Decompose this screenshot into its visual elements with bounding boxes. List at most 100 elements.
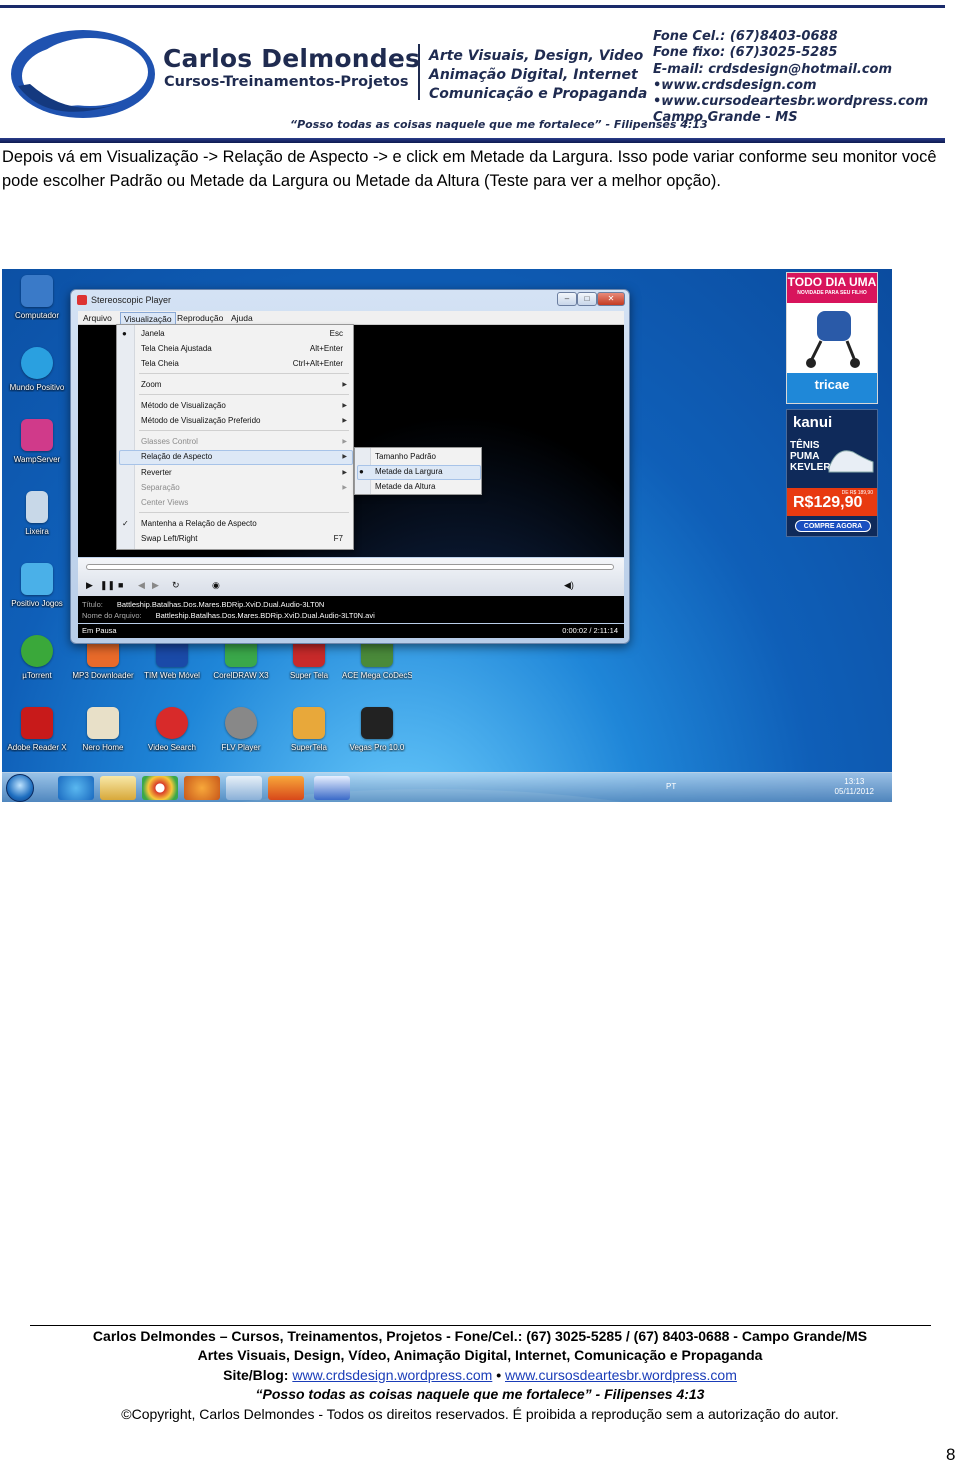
volume-icon[interactable]: ◀) — [564, 580, 574, 591]
contact-line: Fone Cel.: (67)8403-0688 — [653, 29, 838, 44]
ad-buy-button[interactable]: COMPRE AGORA — [795, 520, 871, 532]
previous-icon[interactable]: ◀ — [138, 580, 145, 591]
menu-item-tela-cheia[interactable]: Tela Cheia — [141, 359, 179, 368]
menu-item-reverter[interactable]: Reverter — [141, 468, 172, 477]
file-info-panel: Título: Battleship.Batalhas.Dos.Mares.BDR… — [78, 596, 624, 623]
ad-brand: kanui — [793, 414, 833, 431]
desktop-icon-supertela[interactable]: SuperTela — [274, 707, 344, 752]
desktop-icon-utorrent[interactable]: µTorrent — [2, 635, 72, 680]
menu-item-zoom[interactable]: Zoom — [141, 380, 161, 389]
menu-item-mantenha-relacao[interactable]: Mantenha a Relação de Aspecto — [141, 519, 257, 528]
desktop-icon-positivo-jogos[interactable]: Positivo Jogos — [2, 563, 72, 608]
repeat-icon[interactable]: ↻ — [172, 580, 180, 591]
footer-site-link-2[interactable]: www.cursosdeartesbr.wordpress.com — [505, 1367, 737, 1383]
menu-ajuda[interactable]: Ajuda — [228, 312, 256, 324]
pause-icon[interactable]: ❚❚ — [100, 580, 115, 591]
next-icon[interactable]: ▶ — [152, 580, 159, 591]
desktop-icon-label: TIM Web Móvel — [144, 671, 200, 680]
submenu-arrow-icon: ▶ — [342, 485, 347, 491]
seek-slider[interactable] — [86, 564, 614, 570]
footer-line-sites: Site/Blog: www.crdsdesign.wordpress.com … — [0, 1366, 960, 1385]
submenu-item-metade-altura[interactable]: Metade da Altura — [375, 482, 435, 491]
ad-old-price: DE R$ 189,90 — [841, 490, 873, 496]
footer-line-contact: Carlos Delmondes – Cursos, Treinamentos,… — [92, 1328, 868, 1344]
word-icon[interactable] — [314, 776, 350, 800]
shortcut-key: Ctrl+Alt+Enter — [292, 359, 343, 368]
service-line: Animação Digital, Internet — [429, 67, 638, 83]
desktop-icon-wampserver[interactable]: WampServer — [2, 419, 72, 464]
submenu-arrow-icon: ▶ — [342, 439, 347, 445]
globe-icon — [21, 347, 53, 379]
info-file-value: Battleship.Batalhas.Dos.Mares.BDRip.XviD… — [155, 611, 375, 620]
desktop-icon-mundo-positivo[interactable]: Mundo Positivo — [2, 347, 72, 392]
desktop-icon-label: Vegas Pro 10.0 — [349, 743, 405, 752]
play-icon[interactable]: ▶ — [86, 580, 93, 591]
desktop-icon-label: µTorrent — [22, 671, 52, 680]
stereo-player-taskbar-icon[interactable] — [268, 776, 304, 800]
internet-explorer-icon[interactable] — [58, 776, 94, 800]
tricae-ad[interactable]: TODO DIA UMA NOVIDADE PARA SEU FILHO tri… — [786, 272, 878, 404]
contact-line: •www.crdsdesign.com — [653, 77, 817, 93]
relacao-aspecto-submenu: Tamanho Padrão ● Metade da Largura Metad… — [354, 447, 482, 495]
submenu-item-tamanho-padrao[interactable]: Tamanho Padrão — [375, 452, 436, 461]
app-icon — [77, 295, 87, 305]
menu-item-swap-left-right[interactable]: Swap Left/Right — [141, 534, 197, 543]
language-indicator[interactable]: PT — [666, 782, 676, 791]
contact-line: •www.cursodeartesbr.wordpress.com — [653, 94, 929, 110]
desktop-icon-label: Mundo Positivo — [9, 383, 65, 392]
menu-gutter — [117, 325, 135, 549]
folder-icon[interactable] — [100, 776, 136, 800]
submenu-arrow-icon: ▶ — [342, 403, 347, 409]
header-banner: Carlos Delmondes Cursos-Treinamentos-Pro… — [0, 0, 948, 146]
desktop-icon-video-search[interactable]: Video Search — [137, 707, 207, 752]
desktop-icon-lixeira[interactable]: Lixeira — [2, 491, 72, 536]
start-button[interactable] — [6, 774, 34, 802]
minimize-button[interactable]: – — [557, 292, 577, 306]
shortcut-key: Esc — [329, 329, 343, 338]
menu-separator — [139, 512, 349, 513]
menu-separator — [139, 394, 349, 395]
info-title-label: Título: — [82, 600, 103, 609]
window-titlebar[interactable]: Stereoscopic Player – □ ✕ — [71, 290, 629, 310]
time-readout: 0:00:02 / 2:11:14 — [562, 626, 618, 635]
submenu-arrow-icon: ▶ — [342, 470, 347, 476]
computer-icon — [21, 275, 53, 307]
close-button[interactable]: ✕ — [597, 292, 625, 306]
clock-date: 05/11/2012 — [834, 787, 874, 796]
utorrent-icon — [21, 635, 53, 667]
menu-item-metodo-preferido[interactable]: Método de Visualização Preferido — [141, 416, 260, 425]
stop-icon[interactable]: ■ — [118, 580, 123, 590]
ad-title: TODO DIA UMA — [787, 275, 877, 289]
menu-item-tela-cheia-ajustada[interactable]: Tela Cheia Ajustada — [141, 344, 212, 353]
checkmark-icon: ✓ — [122, 519, 129, 528]
maximize-button[interactable]: □ — [577, 292, 597, 306]
desktop-icon-label: Lixeira — [25, 527, 49, 536]
menu-arquivo[interactable]: Arquivo — [80, 312, 115, 324]
footer: Carlos Delmondes – Cursos, Treinamentos,… — [0, 1327, 960, 1424]
desktop-icon-computador[interactable]: Computador — [2, 275, 72, 320]
menu-item-relacao-aspecto[interactable]: Relação de Aspecto — [141, 452, 212, 461]
menu-item-metodo-visualizacao[interactable]: Método de Visualização — [141, 401, 226, 410]
glasses-icon[interactable]: ◉ — [212, 580, 220, 591]
menu-item-janela[interactable]: Janela — [141, 329, 165, 338]
desktop-icon-adobe-reader[interactable]: Adobe Reader X — [2, 707, 72, 752]
media-player-icon[interactable] — [184, 776, 220, 800]
clock-time: 13:13 — [844, 777, 865, 786]
desktop-icon-label: ACE Mega CoDecS Pa... — [342, 671, 412, 680]
desktop-icon-vegas-pro[interactable]: Vegas Pro 10.0 — [342, 707, 412, 752]
clock[interactable]: 13:13 05/11/2012 — [835, 777, 874, 797]
submenu-item-metade-largura[interactable]: Metade da Largura — [375, 467, 443, 476]
menu-reproducao[interactable]: Reprodução — [174, 312, 226, 324]
chrome-icon[interactable] — [142, 776, 178, 800]
submenu-arrow-icon: ▶ — [342, 454, 347, 460]
desktop-icon-flv-player[interactable]: FLV Player — [206, 707, 276, 752]
footer-site-link-1[interactable]: www.crdsdesign.wordpress.com — [292, 1367, 492, 1383]
info-file-label: Nome do Arquivo: — [82, 611, 142, 620]
window-icon[interactable] — [226, 776, 262, 800]
desktop-icon-nero-home[interactable]: Nero Home — [68, 707, 138, 752]
brand-subtitle: Cursos-Treinamentos-Projetos — [164, 74, 409, 90]
seek-controls: ▶ ❚❚ ■ ◀ ▶ ↻ ◉ ◀) — [78, 558, 624, 596]
kanui-ad[interactable]: kanui TÊNIS PUMA KEVLER R$129,90 DE R$ 1… — [786, 409, 878, 537]
status-bar: Em Pausa 0:00:02 / 2:11:14 — [78, 624, 624, 638]
ad-product-line: KEVLER — [790, 462, 831, 473]
